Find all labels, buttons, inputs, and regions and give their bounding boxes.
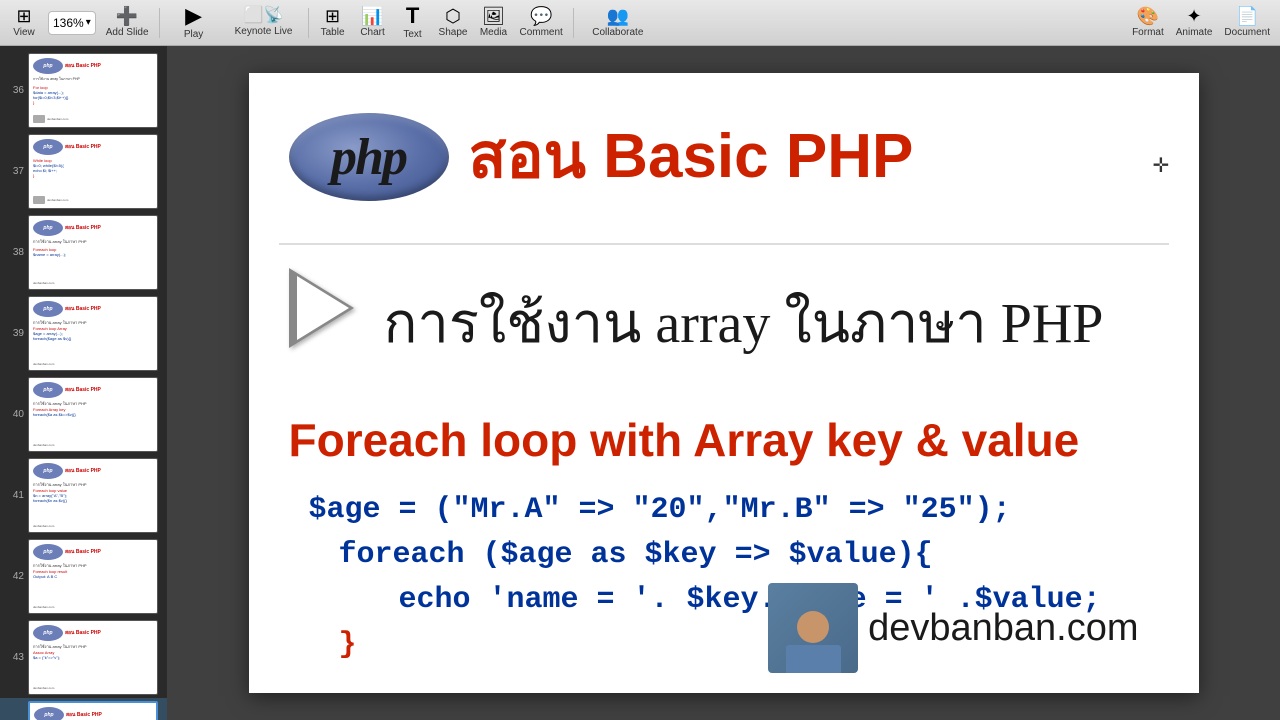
slide-thumb-40[interactable]: php สอน Basic PHP การใช้งาน array ในภาษา… (28, 377, 158, 452)
collaborate-button[interactable]: 👥 Collaborate (578, 1, 658, 45)
slide-item-39[interactable]: 39 php สอน Basic PHP การใช้งาน array ในภ… (0, 293, 167, 374)
chart-icon: 📊 (361, 7, 383, 25)
code-line-1: $age = ("Mr.A" => "20","Mr.B" => "25"); (309, 488, 1101, 533)
zoom-chevron: ▾ (86, 17, 91, 28)
add-slide-icon: ➕ (116, 7, 138, 25)
document-button[interactable]: 📄 Document (1218, 1, 1276, 45)
slide-thumb-36[interactable]: php สอน Basic PHP การใช้งาน array ในภาษา… (28, 53, 158, 128)
foreach-title: Foreach loop with Array key & value (289, 413, 1159, 467)
shape-label: Shape (439, 27, 468, 38)
slide-num-37: 37 (6, 166, 24, 177)
comment-label: Comment (519, 27, 562, 38)
toolbar: ⊞ View 136% ▾ ➕ Add Slide ▶ Play ⬜📡 Keyn… (0, 0, 1280, 46)
slide-item-42[interactable]: 42 php สอน Basic PHP การใช้งาน array ในภ… (0, 536, 167, 617)
play-icon: ▶ (185, 5, 202, 27)
view-button[interactable]: ⊞ View (4, 1, 44, 45)
slide-num-40: 40 (6, 409, 24, 420)
slide-item-37[interactable]: 37 php สอน Basic PHP While loop $i=0; wh… (0, 131, 167, 212)
add-slide-label: Add Slide (106, 27, 149, 38)
php-logo: php (289, 113, 449, 201)
slide-thumb-39[interactable]: php สอน Basic PHP การใช้งาน array ในภาษา… (28, 296, 158, 371)
view-icon: ⊞ (16, 7, 31, 25)
play-button[interactable]: ▶ Play (164, 1, 224, 45)
view-label: View (13, 27, 35, 38)
format-label: Format (1132, 27, 1164, 38)
slide-thumb-44[interactable]: php สอน Basic PHP การใช้งาน array ในภาษา… (28, 701, 158, 720)
separator-1 (159, 8, 160, 38)
shape-icon: ⬡ (445, 7, 461, 25)
slide-thumb-42[interactable]: php สอน Basic PHP การใช้งาน array ในภาษา… (28, 539, 158, 614)
slide-num-38: 38 (6, 247, 24, 258)
play-label: Play (184, 29, 203, 40)
slide-num-39: 39 (6, 328, 24, 339)
text-icon: T (406, 5, 419, 27)
slide-thumb-43[interactable]: php สอน Basic PHP การใช้งาน array ในภาษา… (28, 620, 158, 695)
slide-thumb-38[interactable]: php สอน Basic PHP การใช้งาน array ในภาษา… (28, 215, 158, 290)
media-label: Media (480, 27, 507, 38)
document-label: Document (1224, 27, 1270, 38)
slide-item-40[interactable]: 40 php สอน Basic PHP การใช้งาน array ในภ… (0, 374, 167, 455)
slide-main-title: สอน Basic PHP (469, 123, 914, 191)
play-arrow-shape (289, 268, 354, 348)
slide-canvas[interactable]: php สอน Basic PHP การใช้งาน array ในภาษา… (249, 73, 1199, 693)
slide-num-42: 42 (6, 571, 24, 582)
keynote-live-icon: ⬜📡 (244, 8, 284, 24)
media-button[interactable]: 🖼 Media (473, 1, 513, 45)
zoom-control[interactable]: 136% ▾ (48, 11, 96, 35)
slide-panel: 36 php สอน Basic PHP การใช้งาน array ในภ… (0, 46, 167, 720)
text-button[interactable]: T Text (393, 1, 433, 45)
slide-item-38[interactable]: 38 php สอน Basic PHP การใช้งาน array ในภ… (0, 212, 167, 293)
media-icon: 🖼 (482, 7, 505, 25)
slide-thumb-41[interactable]: php สอน Basic PHP การใช้งาน array ในภาษา… (28, 458, 158, 533)
collaborate-label: Collaborate (592, 27, 643, 38)
separator-3 (573, 8, 574, 38)
comment-button[interactable]: 💬 Comment (513, 1, 568, 45)
divider-line (279, 243, 1169, 245)
slide-item-41[interactable]: 41 php สอน Basic PHP การใช้งาน array ในภ… (0, 455, 167, 536)
text-label: Text (403, 29, 421, 40)
slide-item-44[interactable]: 44 php สอน Basic PHP การใช้งาน array ในภ… (0, 698, 167, 720)
play-arrow (289, 268, 369, 368)
animate-icon: ✦ (1187, 7, 1202, 25)
slide-item-43[interactable]: 43 php สอน Basic PHP การใช้งาน array ในภ… (0, 617, 167, 698)
comment-icon: 💬 (530, 7, 552, 25)
chart-label: Chart (360, 27, 384, 38)
collaborate-icon: 👥 (607, 7, 629, 25)
watermark-text: devbanban.com (868, 607, 1138, 650)
table-label: Table (321, 27, 345, 38)
keynote-live-button[interactable]: ⬜📡 Keynote Live (224, 1, 304, 45)
slide-subtitle: การใช้งาน array ในภาษา PHP (384, 278, 1104, 367)
cursor-indicator: ✛ (1153, 153, 1169, 173)
zoom-value: 136% (53, 16, 84, 30)
php-logo-text: php (331, 128, 406, 187)
animate-label: Animate (1176, 27, 1213, 38)
chart-button[interactable]: 📊 Chart (353, 1, 393, 45)
main-area: php สอน Basic PHP การใช้งาน array ในภาษา… (167, 46, 1280, 720)
avatar-section: devbanban.com (768, 583, 1138, 673)
table-icon: ⊞ (325, 7, 340, 25)
avatar-image (768, 583, 858, 673)
slide-item-36[interactable]: 36 php สอน Basic PHP การใช้งาน array ในภ… (0, 50, 167, 131)
format-icon: 🎨 (1137, 7, 1159, 25)
table-button[interactable]: ⊞ Table (313, 1, 353, 45)
slide-num-43: 43 (6, 652, 24, 663)
add-slide-button[interactable]: ➕ Add Slide (100, 1, 155, 45)
code-line-2: foreach ($age as $key => $value){ (309, 533, 1101, 578)
document-icon: 📄 (1236, 7, 1258, 25)
avatar-person (783, 603, 843, 673)
shape-button[interactable]: ⬡ Shape (433, 1, 474, 45)
slide-header: php สอน Basic PHP (289, 113, 914, 201)
slide-num-41: 41 (6, 490, 24, 501)
format-button[interactable]: 🎨 Format (1126, 1, 1170, 45)
keynote-live-label: Keynote Live (235, 26, 293, 37)
animate-button[interactable]: ✦ Animate (1170, 1, 1219, 45)
slide-thumb-37[interactable]: php สอน Basic PHP While loop $i=0; while… (28, 134, 158, 209)
separator-2 (308, 8, 309, 38)
slide-num-36: 36 (6, 85, 24, 96)
